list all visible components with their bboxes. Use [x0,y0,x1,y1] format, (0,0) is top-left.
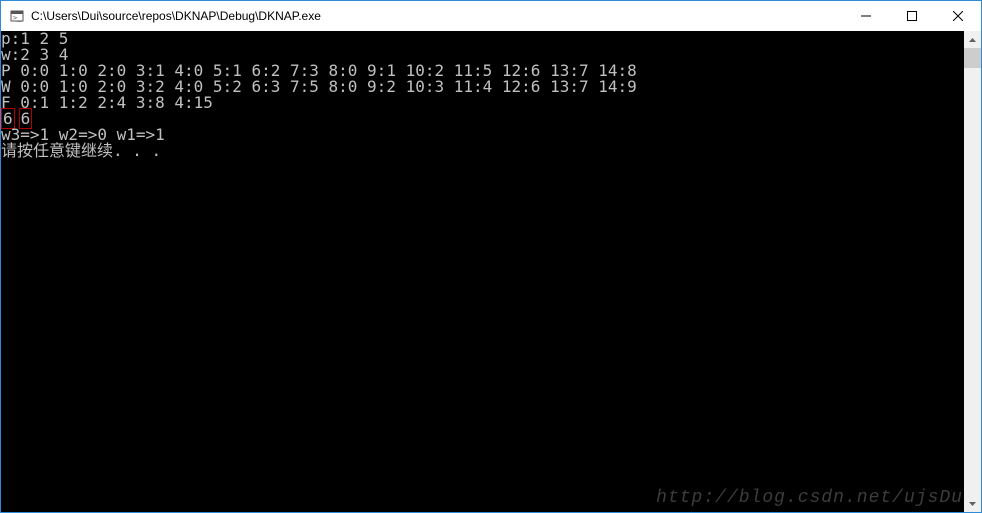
titlebar[interactable]: >_ C:\Users\Dui\source\repos\DKNAP\Debug… [1,1,981,31]
app-window: >_ C:\Users\Dui\source\repos\DKNAP\Debug… [0,0,982,513]
console-line: 请按任意键继续. . . [1,141,161,160]
scroll-track[interactable] [964,48,981,495]
close-button[interactable] [935,1,981,31]
vertical-scrollbar[interactable] [964,31,981,512]
scroll-thumb[interactable] [964,48,981,68]
window-controls [843,1,981,31]
svg-text:>_: >_ [13,14,22,22]
scroll-down-button[interactable] [964,495,981,512]
console-area: p:1 2 5 w:2 3 4 P 0:0 1:0 2:0 3:1 4:0 5:… [1,31,981,512]
console-output[interactable]: p:1 2 5 w:2 3 4 P 0:0 1:0 2:0 3:1 4:0 5:… [1,31,964,512]
window-title: C:\Users\Dui\source\repos\DKNAP\Debug\DK… [31,9,843,23]
scroll-up-button[interactable] [964,31,981,48]
console-line: F 0:1 1:2 2:4 3:8 4:15 [1,93,213,112]
minimize-button[interactable] [843,1,889,31]
app-icon: >_ [9,8,25,24]
maximize-button[interactable] [889,1,935,31]
